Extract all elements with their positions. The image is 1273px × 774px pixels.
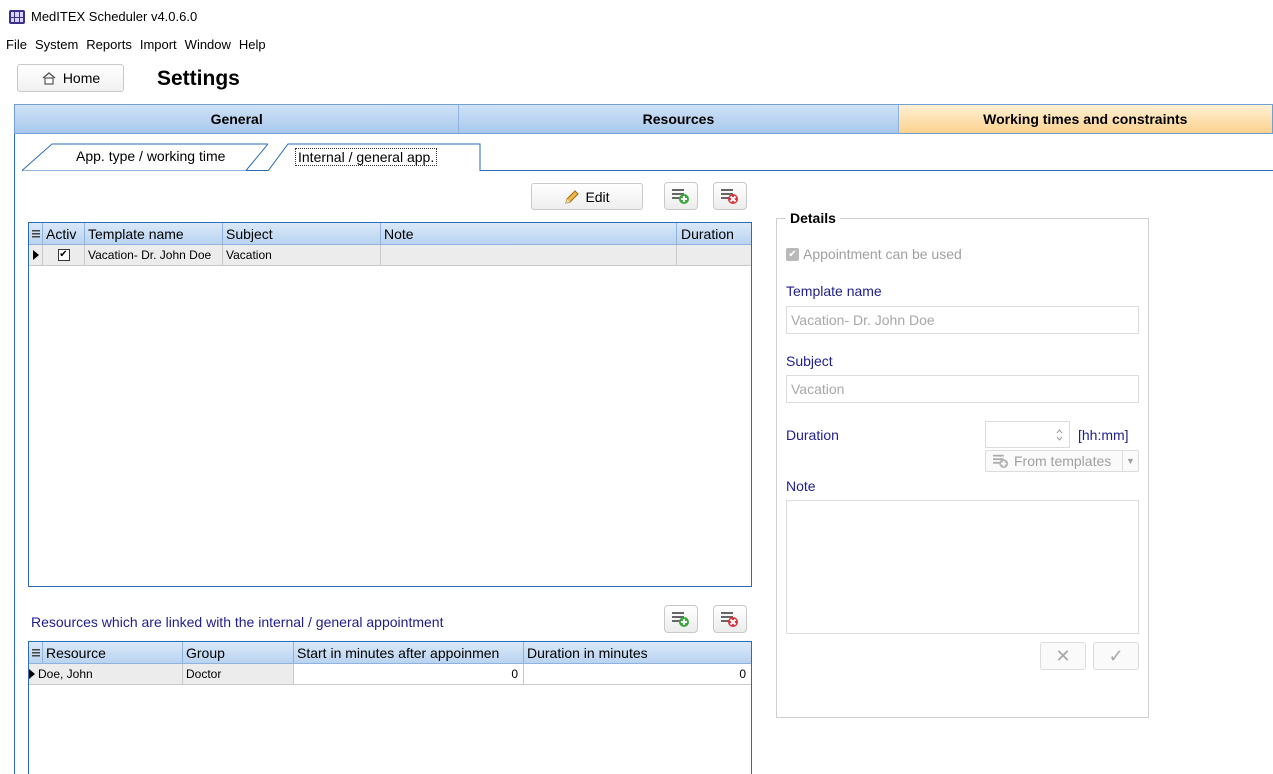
duration-cell[interactable]	[677, 245, 749, 265]
title-bar: MedITEX Scheduler v4.0.6.0	[0, 0, 1273, 32]
chevron-down-icon[interactable]: ▼	[1122, 451, 1138, 471]
column-header-duration-minutes[interactable]: Duration in minutes	[524, 642, 751, 663]
table-row[interactable]: Doe, John Doctor 0 0	[29, 664, 751, 685]
delete-row-icon	[721, 189, 738, 204]
menu-system[interactable]: System	[31, 37, 82, 52]
template-name-label: Template name	[786, 283, 882, 299]
add-row-icon	[672, 612, 689, 627]
menu-reports[interactable]: Reports	[82, 37, 136, 52]
home-button-label: Home	[62, 70, 101, 86]
column-header-note[interactable]: Note	[381, 223, 677, 244]
column-header-start[interactable]: Start in minutes after appoinmen	[294, 642, 524, 663]
row-indicator	[29, 245, 43, 265]
resource-cell[interactable]: Doe, John	[35, 664, 183, 684]
check-icon: ✓	[1108, 645, 1124, 666]
start-cell[interactable]: 0	[294, 664, 524, 684]
app-icon	[9, 10, 25, 24]
cancel-button[interactable]: ✕	[1040, 642, 1086, 670]
resource-grid[interactable]: Resource Group Start in minutes after ap…	[28, 641, 752, 774]
resource-grid-header: Resource Group Start in minutes after ap…	[29, 642, 751, 664]
menu-window[interactable]: Window	[181, 37, 235, 52]
column-chooser-icon	[31, 229, 40, 237]
settings-tab-strip: General Resources Working times and cons…	[14, 104, 1273, 134]
page-title: Settings	[157, 67, 240, 90]
duration-unit-label: [hh:mm]	[1078, 427, 1129, 443]
menu-help[interactable]: Help	[235, 37, 270, 52]
window-title: MedITEX Scheduler v4.0.6.0	[31, 9, 198, 24]
active-cell[interactable]: ✔	[43, 245, 85, 265]
subject-cell[interactable]: Vacation	[223, 245, 381, 265]
template-name-cell[interactable]: Vacation- Dr. John Doe	[85, 245, 223, 265]
column-header-group[interactable]: Group	[183, 642, 294, 663]
template-grid-header: Activ Template name Subject Note Duratio…	[29, 223, 751, 245]
add-resource-button[interactable]	[664, 605, 698, 633]
add-row-icon	[672, 189, 689, 204]
note-cell[interactable]	[381, 245, 677, 265]
subject-label: Subject	[786, 353, 833, 369]
checkbox-icon: ✔	[786, 247, 799, 261]
tab-working-times[interactable]: Working times and constraints	[898, 105, 1272, 133]
home-button[interactable]: Home	[17, 64, 124, 92]
content-border	[14, 134, 15, 774]
appointment-usable-label: Appointment can be used	[803, 246, 962, 262]
subtab-app-type[interactable]: App. type / working time	[22, 143, 268, 171]
spinner-icon[interactable]	[1056, 428, 1063, 441]
edit-button-label: Edit	[585, 188, 610, 205]
duration-label: Duration	[786, 427, 839, 443]
subject-field[interactable]: Vacation	[786, 375, 1139, 403]
active-checkbox[interactable]: ✔	[57, 249, 70, 261]
menu-import[interactable]: Import	[136, 37, 181, 52]
close-icon: ✕	[1055, 645, 1071, 666]
delete-resource-button[interactable]	[713, 605, 747, 633]
column-chooser-icon	[31, 648, 40, 656]
template-name-field[interactable]: Vacation- Dr. John Doe	[786, 306, 1139, 334]
group-cell[interactable]: Doctor	[183, 664, 294, 684]
template-grid[interactable]: Activ Template name Subject Note Duratio…	[28, 222, 752, 587]
add-template-button[interactable]	[664, 182, 698, 210]
row-arrow-icon	[32, 250, 39, 260]
column-header-resource[interactable]: Resource	[43, 642, 183, 663]
menu-bar: File System Reports Import Window Help	[0, 32, 1273, 56]
add-row-icon	[993, 454, 1009, 469]
duration-minutes-cell[interactable]: 0	[524, 664, 751, 684]
tab-general[interactable]: General	[15, 105, 460, 133]
duration-stepper[interactable]	[985, 421, 1070, 448]
confirm-button[interactable]: ✓	[1093, 642, 1139, 670]
appointment-usable-checkbox[interactable]: ✔ Appointment can be used	[786, 246, 962, 262]
subtab-app-type-label: App. type / working time	[76, 148, 226, 164]
from-templates-button[interactable]: From templates ▼	[985, 450, 1139, 472]
note-field[interactable]	[786, 500, 1139, 634]
menu-file[interactable]: File	[2, 37, 31, 52]
tab-resources[interactable]: Resources	[459, 105, 899, 133]
pencil-icon	[565, 189, 580, 204]
table-row[interactable]: ✔ Vacation- Dr. John Doe Vacation	[29, 245, 751, 266]
column-header-duration[interactable]: Duration	[677, 223, 749, 244]
from-templates-label: From templates	[1014, 453, 1112, 469]
subtab-internal-general[interactable]: Internal / general app.	[268, 143, 481, 171]
delete-row-icon	[721, 612, 738, 627]
details-legend: Details	[786, 210, 840, 226]
grid-menu-icon[interactable]	[29, 223, 43, 244]
grid-menu-icon[interactable]	[29, 642, 43, 663]
home-icon	[42, 72, 56, 85]
delete-template-button[interactable]	[713, 182, 747, 210]
subtab-internal-general-label: Internal / general app.	[295, 148, 438, 166]
edit-button[interactable]: Edit	[531, 183, 643, 210]
column-header-template-name[interactable]: Template name	[85, 223, 223, 244]
column-header-subject[interactable]: Subject	[223, 223, 381, 244]
note-label: Note	[786, 478, 816, 494]
resources-caption: Resources which are linked with the inte…	[31, 614, 444, 630]
column-header-active[interactable]: Activ	[43, 223, 85, 244]
